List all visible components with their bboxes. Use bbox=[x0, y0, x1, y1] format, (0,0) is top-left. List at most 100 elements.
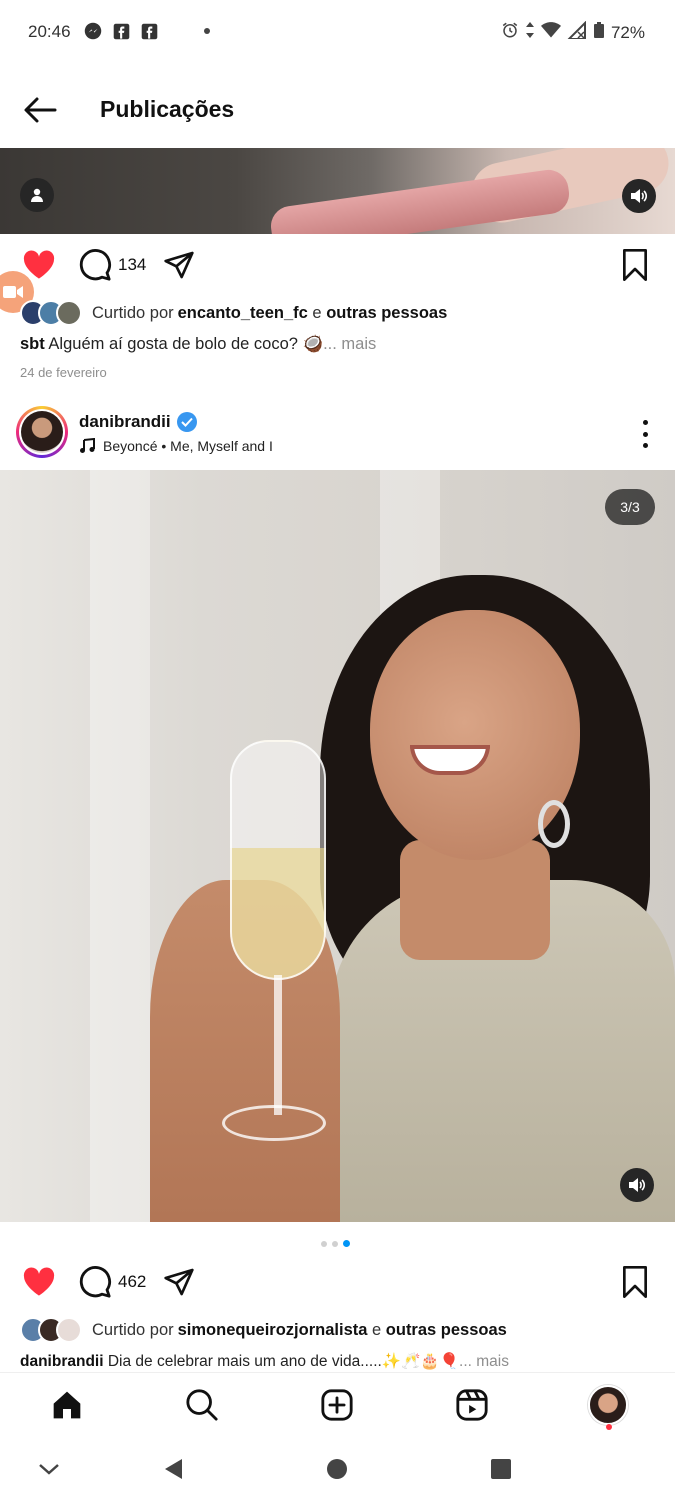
caption-username[interactable]: danibrandii bbox=[20, 1353, 104, 1370]
liked-by-user[interactable]: simonequeirozjornalista bbox=[178, 1321, 368, 1340]
reels-icon bbox=[456, 1389, 488, 1421]
back-button[interactable] bbox=[18, 88, 62, 132]
post2-username[interactable]: danibrandii bbox=[79, 412, 171, 432]
audio-toggle-button[interactable] bbox=[620, 1168, 654, 1202]
caption-more[interactable]: ... mais bbox=[459, 1353, 509, 1370]
carousel-indicator bbox=[321, 1240, 350, 1247]
alarm-icon bbox=[501, 21, 519, 44]
data-arrows-icon bbox=[525, 21, 535, 44]
kebab-dot bbox=[642, 443, 648, 448]
photo-subject-earring bbox=[538, 800, 570, 848]
battery-icon bbox=[593, 21, 605, 44]
triangle-back-icon bbox=[165, 1459, 182, 1479]
notification-dot bbox=[606, 1424, 612, 1430]
post1-media-lipstick bbox=[268, 167, 572, 234]
facebook-icon bbox=[112, 22, 130, 40]
system-home-button[interactable] bbox=[322, 1454, 352, 1484]
send-icon bbox=[164, 1268, 194, 1296]
avatar-ring-inner bbox=[19, 409, 65, 455]
post1-media[interactable] bbox=[0, 148, 675, 234]
liked-by-others[interactable]: outras pessoas bbox=[326, 304, 447, 323]
collapse-keyboard-button[interactable] bbox=[34, 1454, 64, 1484]
send-icon bbox=[164, 251, 194, 279]
caption-username[interactable]: sbt bbox=[20, 335, 45, 353]
carousel-dot bbox=[321, 1240, 327, 1247]
comment-icon bbox=[79, 1266, 112, 1298]
avatar bbox=[21, 411, 63, 453]
nav-search[interactable] bbox=[182, 1385, 222, 1425]
photo-glass-stem bbox=[274, 975, 282, 1115]
avatar bbox=[56, 300, 82, 326]
post1-liked-by[interactable]: Curtido por encanto_teen_fc e outras pes… bbox=[20, 300, 447, 326]
post2-music[interactable]: Beyoncé • Me, Myself and I bbox=[79, 438, 273, 454]
liked-by-others[interactable]: outras pessoas bbox=[386, 1321, 507, 1340]
page-title: Publicações bbox=[100, 96, 235, 122]
comment-count: 462 bbox=[118, 1272, 147, 1291]
liked-by-joiner: e bbox=[307, 303, 327, 322]
post1-caption[interactable]: sbt Alguém aí gosta de bolo de coco? 🥥..… bbox=[20, 335, 376, 354]
chevron-down-icon bbox=[39, 1464, 59, 1475]
post2-username-row[interactable]: danibrandii bbox=[79, 412, 197, 432]
comment-button[interactable]: 134 bbox=[78, 245, 146, 285]
bookmark-icon bbox=[622, 1266, 647, 1298]
carousel-counter: 3/3 bbox=[605, 489, 655, 525]
status-time: 20:46 bbox=[28, 22, 71, 41]
dot-icon bbox=[198, 22, 216, 40]
speaker-icon bbox=[629, 1178, 646, 1192]
nav-profile-avatar[interactable] bbox=[588, 1385, 628, 1425]
system-recents-button[interactable] bbox=[486, 1454, 516, 1484]
tagged-people-button[interactable] bbox=[20, 178, 54, 212]
carousel-dot bbox=[332, 1240, 338, 1247]
system-navigation-bar bbox=[0, 1436, 675, 1500]
music-label: Beyoncé • Me, Myself and I bbox=[103, 438, 273, 454]
liked-by-prefix: Curtido por bbox=[92, 303, 174, 322]
kebab-dot bbox=[642, 431, 648, 437]
liked-by-user[interactable]: encanto_teen_fc bbox=[178, 304, 308, 323]
like-button[interactable] bbox=[22, 1262, 56, 1302]
avatar bbox=[56, 1317, 82, 1343]
person-icon bbox=[31, 188, 43, 202]
nav-create[interactable] bbox=[317, 1385, 357, 1425]
kebab-dot bbox=[642, 420, 648, 425]
speaker-icon bbox=[631, 189, 648, 203]
bottom-navigation bbox=[0, 1372, 675, 1434]
more-options-button[interactable] bbox=[633, 420, 657, 448]
post2-header: danibrandii Beyoncé • Me, Myself and I bbox=[0, 400, 675, 468]
post1-date: 24 de fevereiro bbox=[20, 365, 107, 380]
share-button[interactable] bbox=[162, 245, 196, 285]
post2-liked-by[interactable]: Curtido por simonequeirozjornalista e ou… bbox=[20, 1317, 507, 1343]
comment-button[interactable]: 462 bbox=[78, 1262, 146, 1302]
plus-square-icon bbox=[321, 1389, 353, 1421]
status-bar: 20:46 72% bbox=[0, 0, 675, 66]
liked-by-avatars bbox=[20, 1317, 82, 1343]
carousel-dot-active bbox=[343, 1240, 350, 1247]
comment-count: 134 bbox=[118, 255, 147, 274]
share-button[interactable] bbox=[162, 1262, 196, 1302]
photo-curtain bbox=[90, 470, 150, 1222]
post1-actions: 134 bbox=[0, 245, 675, 295]
battery-percent: 72% bbox=[610, 22, 645, 42]
save-button[interactable] bbox=[620, 1262, 650, 1302]
verified-badge-icon bbox=[176, 412, 197, 432]
status-notification-icons bbox=[84, 22, 216, 40]
nav-home[interactable] bbox=[47, 1385, 87, 1425]
story-avatar[interactable] bbox=[16, 406, 68, 458]
audio-toggle-button[interactable] bbox=[622, 179, 656, 213]
photo-glass-base bbox=[222, 1105, 326, 1141]
wifi-icon bbox=[540, 21, 561, 44]
liked-by-prefix: Curtido por bbox=[92, 1320, 174, 1339]
search-icon bbox=[186, 1389, 218, 1421]
music-note-icon bbox=[80, 438, 95, 453]
square-recents-icon bbox=[491, 1459, 511, 1479]
page-header: Publicações bbox=[0, 70, 675, 148]
post2-caption[interactable]: danibrandii Dia de celebrar mais um ano … bbox=[20, 1352, 509, 1371]
caption-text: Alguém aí gosta de bolo de coco? 🥥 bbox=[44, 335, 324, 353]
save-button[interactable] bbox=[620, 245, 650, 285]
arrow-left-icon bbox=[24, 97, 57, 123]
caption-more[interactable]: ... mais bbox=[323, 335, 376, 353]
system-back-button[interactable] bbox=[158, 1454, 188, 1484]
messenger-icon bbox=[84, 22, 102, 40]
signal-icon bbox=[566, 20, 587, 44]
comment-icon bbox=[79, 249, 112, 281]
nav-reels[interactable] bbox=[452, 1385, 492, 1425]
